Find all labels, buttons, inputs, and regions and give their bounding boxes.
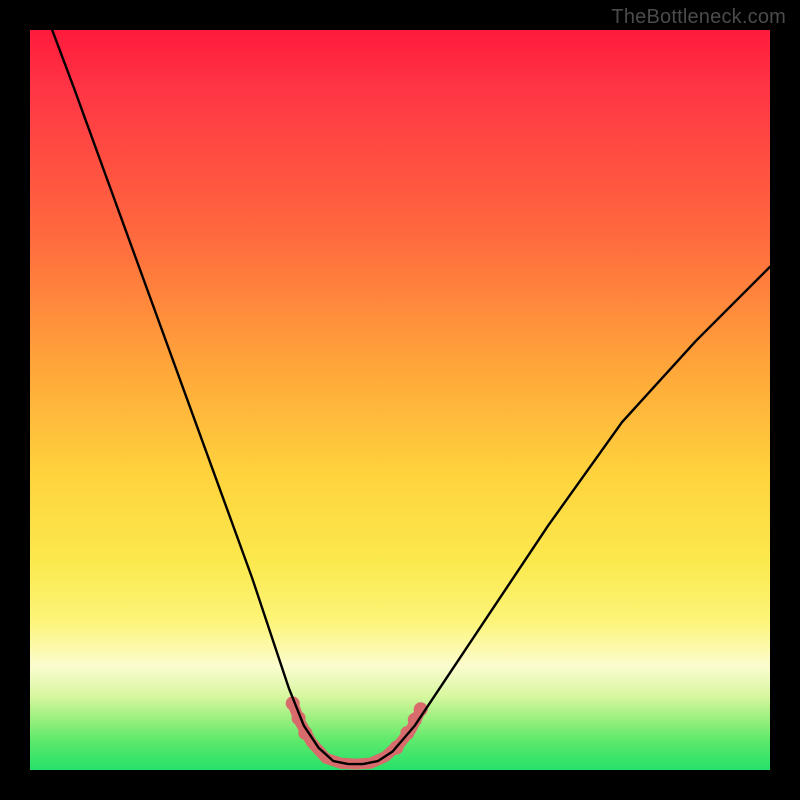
plot-area bbox=[30, 30, 770, 770]
chart-svg bbox=[30, 30, 770, 770]
bottleneck-curve-path bbox=[52, 30, 770, 764]
watermark-text: TheBottleneck.com bbox=[611, 6, 786, 29]
outer-frame: TheBottleneck.com bbox=[0, 0, 800, 800]
